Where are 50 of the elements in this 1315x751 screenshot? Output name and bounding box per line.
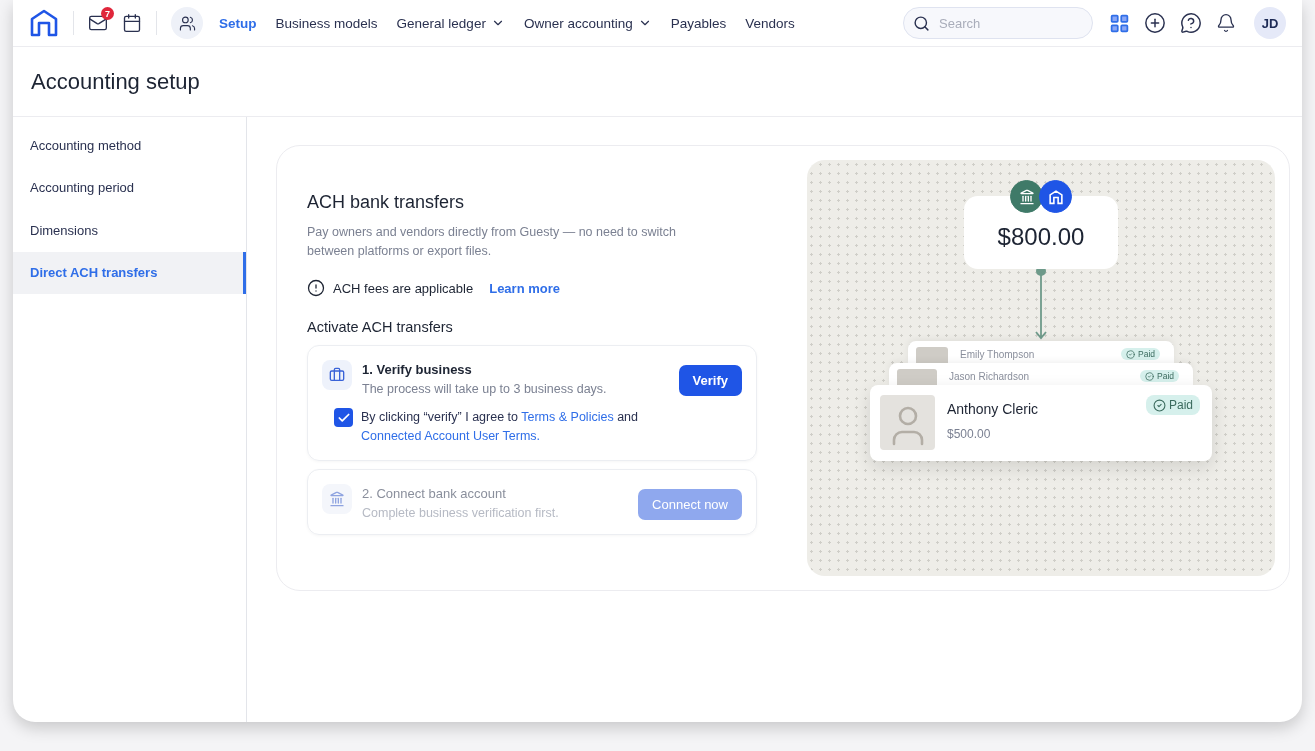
sidebar-item[interactable]: Accounting method: [13, 124, 246, 167]
notification-badge: 7: [101, 7, 114, 20]
person-silhouette-placeholder: [880, 395, 935, 450]
sidebar-item[interactable]: Dimensions: [13, 209, 246, 252]
amount-text: $800.00: [997, 223, 1085, 251]
nav-tab[interactable]: Vendors: [745, 15, 795, 31]
terms-link[interactable]: Terms & Policies: [521, 410, 614, 424]
user-avatar[interactable]: JD: [1254, 7, 1286, 39]
step-button[interactable]: Verify: [678, 365, 742, 396]
calendar-icon[interactable]: [122, 13, 142, 33]
bank-icon: [322, 484, 352, 514]
nav-tab[interactable]: General ledger: [396, 15, 505, 31]
payee-name: Jason Richardson: [949, 371, 1031, 384]
photo-placeholder: [897, 369, 937, 385]
consent-checkbox[interactable]: [334, 408, 353, 427]
description-text: Pay owners and vendors directly from Guesty — no need to switch between platforms or export files.: [307, 224, 677, 260]
bell-icon[interactable]: [1216, 13, 1236, 33]
consent-text: By clicking “verify” I agree to Terms & Policies and Connected Account User Terms.: [361, 409, 639, 445]
sidebar-item[interactable]: Direct ACH transfers: [13, 251, 246, 294]
step-title: 2. Connect bank account: [362, 486, 507, 501]
step-description: The process will take up to 3 business days.: [362, 382, 608, 396]
help-icon[interactable]: [1180, 12, 1202, 34]
payee-name: Anthony Cleric: [947, 401, 1040, 417]
paid-badge: Paid: [1145, 395, 1200, 415]
sidebar-item[interactable]: Accounting period: [13, 166, 246, 209]
terms-link[interactable]: Connected Account User Terms.: [361, 429, 541, 443]
page-title: Accounting setup: [31, 68, 200, 95]
payee-name: Emily Thompson: [960, 349, 1036, 362]
search-field[interactable]: Search: [903, 7, 1093, 39]
step-description: Complete business verification first.: [362, 506, 560, 520]
house-logo-icon[interactable]: [29, 8, 59, 38]
paid-badge: Paid: [1121, 348, 1160, 360]
subsection-title: Activate ACH transfers: [307, 319, 454, 335]
photo-placeholder: [916, 347, 948, 363]
nav-tab[interactable]: Setup: [219, 15, 257, 31]
nav-tab[interactable]: Payables: [670, 15, 727, 31]
step-title: 1. Verify business: [362, 362, 473, 377]
paid-badge: Paid: [1140, 370, 1179, 382]
nav-tab[interactable]: Owner accounting: [523, 15, 652, 31]
people-icon[interactable]: [171, 7, 203, 39]
learn-more-link[interactable]: Learn more: [489, 280, 560, 296]
search-icon: [913, 15, 930, 32]
section-title: ACH bank transfers: [307, 192, 466, 213]
briefcase-icon: [322, 360, 352, 390]
fee-note: ACH fees are applicable: [333, 280, 474, 296]
plus-circle-icon[interactable]: [1144, 12, 1166, 34]
mail-icon[interactable]: [88, 13, 108, 33]
nav-tab[interactable]: Business models: [275, 15, 378, 31]
payee-amount: $500.00: [947, 427, 992, 441]
alert-icon: [307, 279, 325, 297]
